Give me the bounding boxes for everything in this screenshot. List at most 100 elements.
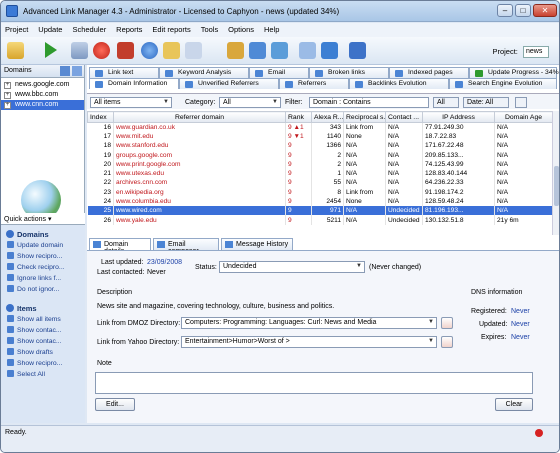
table-row[interactable]: 23 en.wikipedia.org 9 8 Link from N/A 91.198.1…	[87, 187, 552, 197]
minimize-button[interactable]: –	[497, 4, 513, 17]
close-button[interactable]: ✕	[533, 4, 557, 17]
action-show-reciprocal-items[interactable]: Show recipro...	[1, 358, 85, 369]
pause-icon[interactable]	[71, 42, 88, 59]
check-icon[interactable]	[299, 42, 316, 59]
view-dropdown[interactable]: All items ▼	[90, 97, 172, 108]
tab-backlinks-evolution[interactable]: Backlinks Evolution	[349, 78, 449, 89]
tab-keyword-analysis[interactable]: Keyword Analysis	[159, 67, 249, 78]
table-row[interactable]: 25 www.wired.com 9 971 N/A Undecided 81.196.19…	[87, 206, 552, 216]
schedule-icon[interactable]	[271, 42, 288, 59]
filter-input[interactable]: Domain : Contains	[309, 97, 429, 108]
table-row[interactable]: 18 www.stanford.edu 9 1366 N/A N/A 171.67.22.4…	[87, 141, 552, 151]
action-select-all[interactable]: Select All	[1, 369, 85, 380]
tab-message-history[interactable]: Message History	[221, 238, 293, 250]
export-icon[interactable]	[515, 97, 527, 108]
menu-edit-reports[interactable]: Edit reports	[148, 23, 194, 34]
column-referrer-domain[interactable]: Referrer domain	[113, 111, 286, 123]
maximize-button[interactable]: □	[515, 4, 531, 17]
column-rank[interactable]: Rank	[285, 111, 312, 123]
action-show-contacted[interactable]: Show contac...	[1, 325, 85, 336]
chart-icon[interactable]	[185, 42, 202, 59]
action-check-reciprocal[interactable]: Check recipro...	[1, 262, 85, 273]
tab-domain-details[interactable]: Domain details	[89, 238, 151, 255]
table-row[interactable]: 21 www.utexas.edu 9 1 N/A N/A 128.83.40.144 N/A	[87, 168, 552, 179]
table-row[interactable]: 16 www.guardian.co.uk 9 ▲1 343 Link from N/A 7…	[87, 122, 552, 132]
table-cell: 24	[87, 196, 114, 207]
edit-icon[interactable]	[163, 42, 180, 59]
keyword-icon	[165, 70, 173, 77]
date-filter-button[interactable]: Date: All	[463, 97, 509, 108]
domain-item[interactable]: + news.google.com	[1, 80, 84, 90]
status-bar: Ready.	[1, 425, 559, 452]
add-domain-icon[interactable]	[60, 66, 70, 76]
quick-actions-header[interactable]: Quick actions ▾	[1, 213, 85, 225]
report-icon[interactable]	[117, 42, 134, 59]
action-show-drafts[interactable]: Show drafts	[1, 347, 85, 358]
column-reciprocal[interactable]: Reciprocal s...	[343, 111, 386, 123]
stop-icon[interactable]	[93, 42, 110, 59]
dmoz-dropdown[interactable]: Computers: Programming: Languages: Curl:…	[181, 317, 437, 329]
table-row[interactable]: 24 www.columbia.edu 9 2454 None N/A 128.59.48.…	[87, 196, 552, 207]
yahoo-refresh-icon[interactable]	[441, 336, 453, 348]
action-do-not-ignore[interactable]: Do not ignor...	[1, 284, 85, 295]
tab-email-composer[interactable]: Email composer	[153, 238, 219, 255]
items-icon	[7, 315, 14, 322]
menu-reports[interactable]: Reports	[112, 23, 146, 34]
tab-search-engine-evolution[interactable]: Search Engine Evolution	[449, 78, 557, 89]
action-update-domain[interactable]: Update domain	[1, 240, 85, 251]
action-ignore-links[interactable]: Ignore links f...	[1, 273, 85, 284]
table-row[interactable]: 22 archives.cnn.com 9 55 N/A N/A 64.236.22.33 N…	[87, 178, 552, 188]
section-items[interactable]: Items	[1, 301, 85, 314]
menu-help[interactable]: Help	[260, 23, 283, 34]
edit-button[interactable]: Edit...	[95, 398, 135, 411]
table-cell: 2454	[311, 196, 344, 207]
scroll-thumb[interactable]	[554, 166, 559, 206]
email-icon[interactable]	[249, 42, 266, 59]
column-domain-age[interactable]: Domain Age	[494, 111, 552, 123]
help-icon[interactable]	[349, 42, 366, 59]
remove-domain-icon[interactable]	[72, 66, 82, 76]
users-icon[interactable]	[227, 42, 244, 59]
tab-referrers[interactable]: Referrers	[279, 78, 349, 89]
menu-project[interactable]: Project	[1, 23, 32, 34]
column-contact[interactable]: Contact ...	[385, 111, 423, 123]
settings-icon[interactable]	[321, 42, 338, 59]
column-alexa-rank[interactable]: Alexa R...	[311, 111, 344, 123]
tab-link-text[interactable]: Link text	[89, 67, 159, 78]
section-domains[interactable]: Domains	[1, 227, 85, 240]
table-scrollbar[interactable]	[552, 111, 559, 235]
menu-tools[interactable]: Tools	[197, 23, 223, 34]
clear-button[interactable]: Clear	[495, 398, 533, 411]
project-dropdown[interactable]: news	[523, 46, 549, 58]
status-dropdown[interactable]: Undecided ▼	[219, 261, 365, 273]
open-folder-icon[interactable]	[7, 42, 24, 59]
menu-scheduler[interactable]: Scheduler	[68, 23, 110, 34]
table-cell: www.stanford.edu	[113, 141, 286, 151]
note-textarea[interactable]	[95, 372, 533, 394]
yahoo-dropdown[interactable]: Entertainment>Humor>Worst of > ▼	[181, 336, 437, 348]
tab-indexed-pages[interactable]: Indexed pages	[389, 67, 469, 78]
action-show-contacted-2[interactable]: Show contac...	[1, 336, 85, 347]
action-show-reciprocal[interactable]: Show recipro...	[1, 251, 85, 262]
filter-all-button[interactable]: All	[433, 97, 459, 108]
domain-item[interactable]: + www.bbc.com	[1, 90, 84, 100]
tab-email[interactable]: Email	[249, 67, 309, 78]
play-icon[interactable]	[45, 42, 57, 58]
table-row[interactable]: 17 www.mit.edu 9 ▼1 1140 None N/A 18.7.22.83 N/…	[87, 131, 552, 142]
info-icon[interactable]	[141, 42, 158, 59]
table-row[interactable]: 26 www.yale.edu 9 5211 N/A Undecided 130.132.5…	[87, 215, 552, 225]
action-show-all-items[interactable]: Show all items	[1, 314, 85, 325]
column-ip-address[interactable]: IP Address	[422, 111, 495, 123]
tab-unverified-referrers[interactable]: Unverified Referrers	[179, 78, 279, 89]
category-dropdown[interactable]: All ▼	[219, 97, 281, 108]
table-row[interactable]: 20 www.print.google.com 9 2 N/A N/A 74.125.43.…	[87, 159, 552, 169]
menu-update[interactable]: Update	[34, 23, 66, 34]
domain-item-selected[interactable]: + www.cnn.com	[1, 100, 84, 110]
menu-options[interactable]: Options	[224, 23, 258, 34]
table-row[interactable]: 19 groups.google.com 9 2 N/A N/A 209.85.133...…	[87, 150, 552, 160]
tab-domain-information[interactable]: Domain Information	[89, 78, 179, 89]
tab-update-progress[interactable]: Update Progress - 34%	[469, 67, 559, 78]
tab-broken-links[interactable]: Broken links	[309, 67, 389, 78]
column-index[interactable]: Index	[87, 111, 114, 123]
dmoz-refresh-icon[interactable]	[441, 317, 453, 329]
